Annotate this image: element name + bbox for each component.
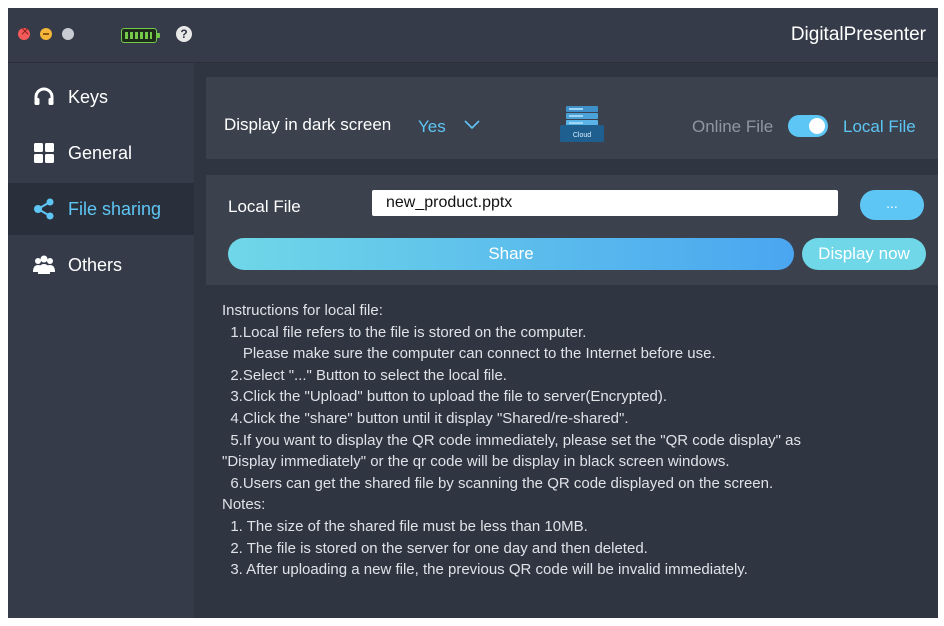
sidebar-item-keys[interactable]: Keys [8, 71, 194, 123]
sidebar-item-label: Others [68, 254, 123, 275]
close-window-button[interactable] [18, 24, 30, 40]
sidebar-item-others[interactable]: Others [8, 239, 194, 291]
app-window: ? DigitalPresenter Keys General File sha… [8, 8, 938, 618]
display-now-button[interactable]: Display now [802, 238, 926, 270]
instruction-line: 1. The size of the shared file must be l… [222, 517, 588, 535]
minimize-window-button[interactable] [40, 28, 52, 40]
headphones-icon [32, 85, 56, 109]
instruction-line: 2.Select "..." Button to select the loca… [222, 366, 507, 384]
instruction-line: "Display immediately" or the qr code wil… [222, 453, 730, 471]
dark-screen-select[interactable]: Yes [418, 117, 446, 137]
dark-screen-label: Display in dark screen [224, 115, 392, 134]
help-icon[interactable]: ? [176, 26, 192, 42]
sidebar-item-label: File sharing [68, 198, 162, 219]
share-icon [32, 197, 56, 221]
instruction-line: 2. The file is stored on the server for … [222, 539, 648, 557]
file-share-panel: Local File ... Share Display now [206, 175, 938, 285]
sidebar-item-label: Keys [68, 86, 109, 107]
grid-icon [32, 141, 56, 165]
battery-icon [121, 28, 160, 43]
instruction-line: 3.Click the "Upload" button to upload th… [222, 388, 668, 406]
instruction-line: 3. After uploading a new file, the previ… [222, 561, 748, 579]
instruction-line: Instructions for local file: [222, 302, 383, 319]
cloud-icon-text: Cloud [573, 132, 591, 139]
display-settings-panel: Display in dark screen Yes Cloud Online … [206, 77, 938, 159]
instructions-text: Instructions for local file: 1.Local fil… [222, 300, 934, 581]
toggle-knob [809, 118, 825, 134]
file-path-input[interactable] [372, 190, 838, 216]
instruction-line: 6.Users can get the shared file by scann… [222, 474, 774, 492]
file-source-toggle[interactable] [788, 115, 828, 137]
instruction-line: 1.Local file refers to the file is store… [222, 323, 587, 341]
online-file-label: Online File [692, 117, 774, 136]
instruction-line: Notes: [222, 496, 266, 514]
instruction-line: 4.Click the "share" button until it disp… [222, 409, 629, 427]
local-file-label: Local File [843, 117, 916, 136]
sidebar-item-label: General [68, 142, 133, 163]
cloud-server-icon: Cloud [558, 105, 606, 143]
title-bar: ? DigitalPresenter [8, 8, 938, 63]
instruction-line: Please make sure the computer can connec… [222, 345, 716, 363]
sidebar-item-file-sharing[interactable]: File sharing [8, 183, 194, 235]
instruction-line: 5.If you want to display the QR code imm… [222, 431, 801, 449]
chevron-down-icon[interactable] [464, 117, 480, 135]
browse-button[interactable]: ... [860, 190, 924, 220]
sidebar: Keys General File sharing Others [8, 63, 194, 618]
maximize-window-button[interactable] [62, 28, 74, 40]
users-icon [32, 253, 56, 277]
sidebar-item-general[interactable]: General [8, 127, 194, 179]
share-button[interactable]: Share [228, 238, 794, 270]
local-file-field-label: Local File [228, 197, 301, 216]
app-title: DigitalPresenter [790, 24, 926, 45]
